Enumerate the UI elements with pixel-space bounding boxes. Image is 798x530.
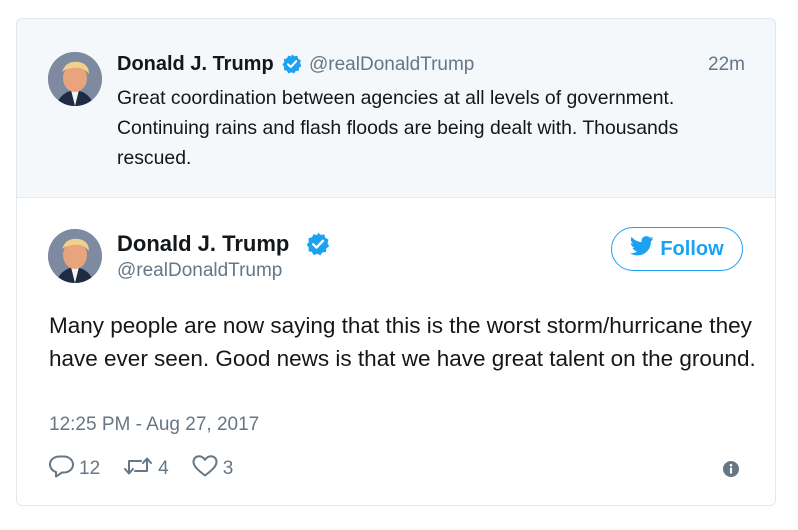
author-handle[interactable]: @realDonaldTrump <box>117 260 282 282</box>
verified-badge-icon <box>305 231 331 262</box>
parent-timestamp[interactable]: 22m <box>708 54 745 76</box>
retweet-icon <box>122 454 154 484</box>
heart-icon <box>191 454 219 484</box>
tweet-timestamp[interactable]: 12:25 PM - Aug 27, 2017 <box>49 414 259 436</box>
reply-button[interactable]: 12 <box>49 454 100 484</box>
parent-tweet[interactable]: Donald J. Trump @realDonaldTrump 22m Gre… <box>17 19 775 198</box>
parent-author-name[interactable]: Donald J. Trump <box>117 53 274 76</box>
reply-count: 12 <box>79 458 101 479</box>
like-count: 3 <box>222 458 234 479</box>
parent-tweet-text: Great coordination between agencies at a… <box>117 87 679 169</box>
reply-icon <box>49 454 75 484</box>
follow-button-label: Follow <box>660 237 724 260</box>
avatar[interactable] <box>48 229 102 283</box>
author-name[interactable]: Donald J. Trump <box>117 231 289 257</box>
twitter-bird-icon <box>630 236 654 262</box>
parent-handle[interactable]: @realDonaldTrump <box>309 54 474 76</box>
avatar[interactable] <box>48 52 102 106</box>
tweet-actions: 12 4 3 <box>49 454 255 484</box>
verified-badge-icon <box>281 53 303 80</box>
tweet-text: Many people are now saying that this is … <box>49 313 756 371</box>
retweet-count: 4 <box>158 458 169 479</box>
retweet-button[interactable]: 4 <box>122 454 169 484</box>
follow-button[interactable]: Follow <box>611 227 743 271</box>
embedded-tweet-card: Donald J. Trump @realDonaldTrump 22m Gre… <box>16 18 776 506</box>
like-button[interactable]: 3 <box>191 454 234 484</box>
info-icon[interactable] <box>722 460 740 483</box>
